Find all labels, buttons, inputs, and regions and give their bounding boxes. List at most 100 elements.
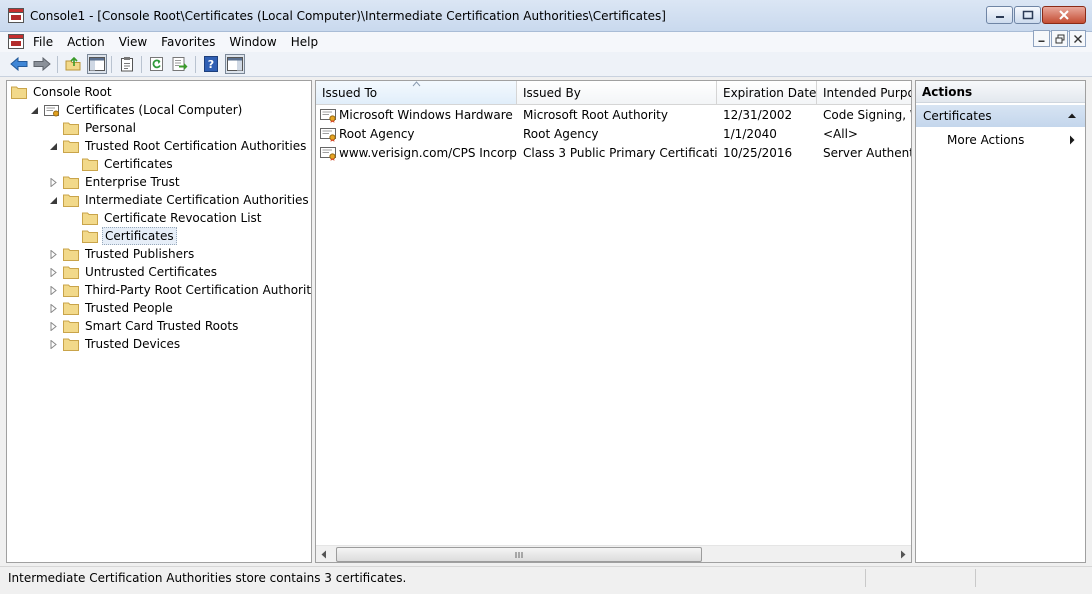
toolbar-separator xyxy=(141,56,142,73)
tree-node[interactable]: Trusted Devices xyxy=(49,335,182,353)
show-hide-action-pane-icon xyxy=(227,57,243,71)
refresh-icon xyxy=(150,57,163,71)
folder-icon xyxy=(63,176,79,189)
menu-favorites[interactable]: Favorites xyxy=(154,33,222,51)
table-row[interactable]: Microsoft Windows Hardware ... Microsoft … xyxy=(316,106,911,125)
child-minimize-button[interactable] xyxy=(1033,30,1050,47)
forward-icon xyxy=(33,57,51,71)
tree-node[interactable]: Personal xyxy=(49,119,138,137)
actions-section-certificates[interactable]: Certificates xyxy=(916,105,1085,127)
tree-node-label: Trusted Devices xyxy=(85,337,181,351)
horizontal-scrollbar[interactable] xyxy=(316,545,911,562)
collapsed-arrow-icon[interactable] xyxy=(49,303,58,313)
status-bar: Intermediate Certification Authorities s… xyxy=(0,566,1092,588)
tree-node[interactable]: Certificates xyxy=(68,155,175,173)
toolbar: ? xyxy=(0,52,1092,77)
tree-node-label: Console Root xyxy=(33,85,112,99)
folder-icon xyxy=(63,284,79,297)
export-list-button[interactable] xyxy=(170,54,190,74)
table-row[interactable]: www.verisign.com/CPS Incorp.... Class 3 P… xyxy=(316,144,911,163)
refresh-button[interactable] xyxy=(147,54,167,74)
cell-expiration: 10/25/2016 xyxy=(723,146,793,160)
collapsed-arrow-icon[interactable] xyxy=(49,321,58,331)
results-pane[interactable]: Issued To Issued By Expiration Date Inte… xyxy=(315,80,912,563)
forward-button[interactable] xyxy=(32,54,52,74)
folder-icon xyxy=(63,248,79,261)
back-button[interactable] xyxy=(9,54,29,74)
tree-node-label: Certificates (Local Computer) xyxy=(66,103,243,117)
table-row[interactable]: Root Agency Root Agency 1/1/2040 <All> xyxy=(316,125,911,144)
more-actions-item[interactable]: More Actions xyxy=(916,130,1085,150)
folder-icon xyxy=(63,338,79,351)
menu-action[interactable]: Action xyxy=(60,33,112,51)
tree-node[interactable]: Third-Party Root Certification Authoriti… xyxy=(49,281,311,299)
tree-node[interactable]: Untrusted Certificates xyxy=(49,263,219,281)
status-segment xyxy=(975,569,1085,587)
folder-icon xyxy=(63,194,79,207)
tree-node-label: Smart Card Trusted Roots xyxy=(85,319,239,333)
scrollbar-thumb[interactable] xyxy=(336,547,702,562)
tree-node[interactable]: Console Root xyxy=(11,83,114,101)
tree-node[interactable]: Smart Card Trusted Roots xyxy=(49,317,240,335)
collapsed-arrow-icon[interactable] xyxy=(49,249,58,259)
cell-issued-by: Class 3 Public Primary Certificatio... xyxy=(523,146,717,160)
menu-file[interactable]: File xyxy=(26,33,60,51)
close-button[interactable] xyxy=(1042,6,1086,24)
tree-node[interactable]: Enterprise Trust xyxy=(49,173,182,191)
folder-icon xyxy=(63,302,79,315)
expanded-arrow-icon[interactable] xyxy=(30,106,39,115)
collapsed-arrow-icon[interactable] xyxy=(49,267,58,277)
close-icon xyxy=(1073,34,1082,43)
tree-node[interactable]: Trusted Root Certification Authorities xyxy=(49,137,308,155)
column-header-issued-by[interactable]: Issued By xyxy=(517,81,717,105)
tree-node[interactable]: Certificates xyxy=(68,227,177,245)
menu-window[interactable]: Window xyxy=(222,33,283,51)
tree-node[interactable]: Trusted Publishers xyxy=(49,245,196,263)
expanded-arrow-icon[interactable] xyxy=(49,196,58,205)
column-header-issued-to[interactable]: Issued To xyxy=(316,81,517,105)
collapsed-arrow-icon[interactable] xyxy=(49,285,58,295)
tree-node-label: Intermediate Certification Authorities xyxy=(85,193,309,207)
scroll-right-button[interactable] xyxy=(894,546,911,562)
child-close-button[interactable] xyxy=(1069,30,1086,47)
column-header-expiration-date[interactable]: Expiration Date xyxy=(717,81,817,105)
cell-issued-by: Microsoft Root Authority xyxy=(523,108,668,122)
cell-purpose: Server Authentic xyxy=(823,146,911,160)
maximize-button[interactable] xyxy=(1014,6,1041,24)
export-list-icon xyxy=(172,57,188,71)
menu-help[interactable]: Help xyxy=(284,33,325,51)
child-restore-button[interactable] xyxy=(1051,30,1068,47)
scroll-left-button[interactable] xyxy=(316,546,333,562)
tree-node-label: Certificates xyxy=(104,157,173,171)
tree-node-label: Trusted People xyxy=(85,301,173,315)
properties-button[interactable] xyxy=(117,54,137,74)
status-segment xyxy=(865,569,975,587)
actions-pane: Actions Certificates More Actions xyxy=(915,80,1086,563)
column-header-intended-purposes[interactable]: Intended Purpos xyxy=(817,81,911,105)
restore-icon xyxy=(1055,34,1064,43)
help-icon: ? xyxy=(204,56,218,72)
console-tree[interactable]: Console Root Certificates (Local Computer… xyxy=(6,80,312,563)
child-window-controls xyxy=(1032,30,1086,47)
tree-node[interactable]: Trusted People xyxy=(49,299,175,317)
tree-node[interactable]: Certificates (Local Computer) xyxy=(30,101,244,119)
collapse-up-icon xyxy=(1068,113,1076,118)
up-one-level-button[interactable] xyxy=(63,54,83,74)
console-document-icon[interactable] xyxy=(8,34,24,49)
show-hide-console-tree-button[interactable] xyxy=(87,54,107,74)
cell-issued-by: Root Agency xyxy=(523,127,599,141)
collapsed-arrow-icon[interactable] xyxy=(49,339,58,349)
menu-view[interactable]: View xyxy=(112,33,154,51)
title-bar[interactable]: Console1 - [Console Root\Certificates (L… xyxy=(0,0,1092,32)
cell-issued-to: www.verisign.com/CPS Incorp.... xyxy=(339,146,517,160)
tree-node[interactable]: Certificate Revocation List xyxy=(68,209,264,227)
expanded-arrow-icon[interactable] xyxy=(49,142,58,151)
minimize-button[interactable] xyxy=(986,6,1013,24)
toolbar-separator xyxy=(111,56,112,73)
collapsed-arrow-icon[interactable] xyxy=(49,177,58,187)
show-hide-action-pane-button[interactable] xyxy=(225,54,245,74)
help-button[interactable]: ? xyxy=(201,54,221,74)
tree-node[interactable]: Intermediate Certification Authorities xyxy=(49,191,311,209)
cell-issued-to: Root Agency xyxy=(339,127,415,141)
actions-title: Actions xyxy=(916,81,1085,103)
